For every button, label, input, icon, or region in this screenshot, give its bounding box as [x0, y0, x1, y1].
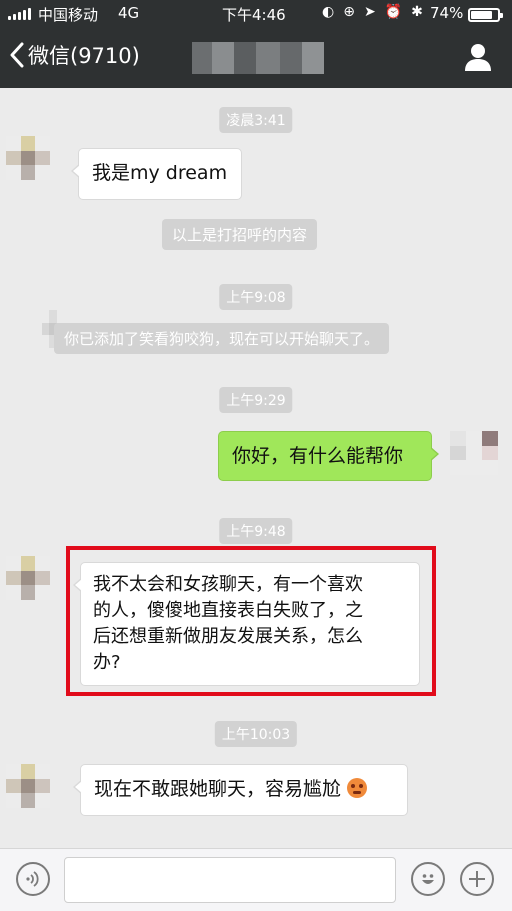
back-label: 微信(9710): [28, 44, 140, 68]
timestamp: 凌晨3:41: [219, 107, 293, 133]
headphone-icon: ⊕: [343, 4, 355, 20]
plus-icon: [469, 871, 485, 887]
emoji-button[interactable]: [411, 862, 445, 896]
contact-avatar[interactable]: [6, 556, 50, 600]
message-bubble[interactable]: 现在不敢跟她聊天，容易尴尬: [73, 764, 408, 816]
timestamp: 上午9:48: [219, 518, 293, 544]
message-text: 现在不敢跟她聊天，容易尴尬: [94, 778, 342, 800]
network-type: 4G: [118, 4, 140, 22]
system-message: 你已添加了笑看狗咬狗，现在可以开始聊天了。: [54, 323, 390, 354]
message-text: 我是my dream: [92, 162, 228, 184]
contact-avatar[interactable]: [6, 136, 50, 180]
nav-bar: 微信(9710): [0, 28, 512, 88]
input-bar: [0, 848, 512, 911]
back-chevron-icon: [10, 42, 24, 68]
rotation-lock-icon: ◐: [322, 4, 335, 20]
voice-button[interactable]: [16, 862, 50, 896]
carrier-name: 中国移动: [38, 6, 99, 24]
status-bar: 中国移动 4G 下午4:46 ◐ ⊕ ➤ ⏰ ✱ 74%: [0, 0, 512, 28]
location-icon: ➤: [363, 4, 376, 20]
back-button[interactable]: 微信(9710): [10, 40, 140, 70]
system-message: 以上是打招呼的内容: [162, 219, 318, 250]
message-text: 你好，有什么能帮你: [232, 445, 404, 467]
clock: 下午4:46: [222, 6, 286, 24]
signal-icon: [8, 8, 31, 20]
more-button[interactable]: [460, 862, 494, 896]
status-icons: ◐ ⊕ ➤ ⏰ ✱: [322, 4, 423, 20]
profile-icon[interactable]: [464, 42, 492, 72]
message-bubble[interactable]: 你好，有什么能帮你: [218, 431, 439, 481]
message-input[interactable]: [64, 857, 396, 903]
highlight-box: [66, 546, 436, 696]
alarm-icon: ⏰: [384, 4, 403, 20]
self-avatar[interactable]: [450, 431, 498, 475]
timestamp: 上午9:29: [219, 387, 293, 413]
bluetooth-icon: ✱: [411, 4, 423, 20]
emoji-icon: [422, 874, 434, 884]
message-bubble[interactable]: 我是my dream: [71, 148, 242, 200]
battery-icon: [468, 8, 503, 22]
battery-percentage: 74%: [430, 4, 464, 22]
flushed-face-emoji-icon: [347, 778, 368, 798]
timestamp: 上午9:08: [219, 284, 293, 310]
contact-name-blurred: [192, 42, 324, 74]
voice-icon: [26, 871, 39, 887]
chat-area[interactable]: 凌晨3:41 我是my dream 以上是打招呼的内容 上午9:08 你已添加了…: [0, 88, 512, 848]
timestamp: 上午10:03: [214, 721, 298, 747]
contact-avatar[interactable]: [6, 764, 50, 808]
